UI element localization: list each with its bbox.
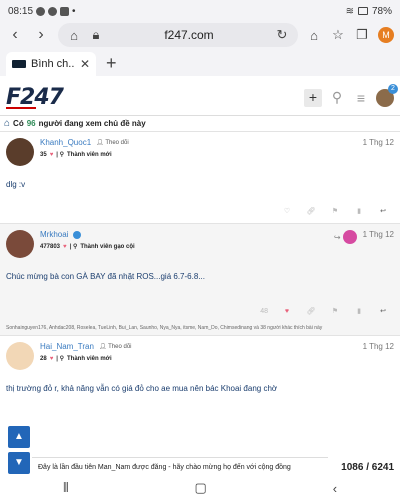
scroll-up-button[interactable]: ▲ <box>8 426 30 448</box>
address-bar[interactable]: ⌂ 🔒︎ f247.com ↻ <box>58 23 298 47</box>
battery-level: 78% <box>371 5 392 17</box>
back-button[interactable]: ‹ <box>6 26 24 44</box>
site-header: F247 + ⚲ ≡ 2 <box>0 80 400 116</box>
tab-strip: Bình ch... ✕ + <box>0 48 400 76</box>
search-icon[interactable]: ⚲ <box>328 89 346 107</box>
bookmark-star-icon[interactable]: ☆ <box>330 27 346 43</box>
link-icon[interactable]: 🔗︎ <box>306 207 316 215</box>
post: Mrkhoai 477803 ♥ | ⚲ Thành viên gạo cội … <box>0 224 400 335</box>
flag-icon[interactable]: ⚑ <box>330 307 340 315</box>
signal-icon <box>357 7 368 15</box>
post-date[interactable]: 1 Thg 12 <box>363 230 394 239</box>
clock: 08:15 <box>8 5 34 17</box>
wifi-icon: ≋ <box>345 5 354 17</box>
user-rank: Thành viên gạo cội <box>80 243 135 250</box>
dot-icon: • <box>72 5 76 17</box>
browser-toolbar: ‹ › ⌂ 🔒︎ f247.com ↻ ⌂ ☆ ❐ M <box>0 22 400 48</box>
tab-title: Bình ch... <box>31 58 75 70</box>
rank-icon: | ⚲ <box>56 356 64 362</box>
logo-underline <box>6 107 36 109</box>
bookmark-icon[interactable]: ▮ <box>354 207 364 215</box>
lock-icon: 🔒︎ <box>92 27 100 42</box>
likes-list[interactable]: Sonhainguyen176, Anhdac208, Roselea, Tue… <box>6 323 394 335</box>
home-icon[interactable]: ⌂ <box>66 27 82 43</box>
notification-badge: 2 <box>388 83 398 94</box>
flag-icon[interactable]: ⚑ <box>330 207 340 215</box>
online-count: 96 <box>26 119 36 128</box>
notification-icon <box>48 6 58 16</box>
post: Hai_Nam_Tran 👤︎ Theo dõi 28 ♥ | ⚲ Thành … <box>0 336 400 393</box>
author-name[interactable]: Mrkhoai <box>40 230 68 239</box>
user-score: 35 <box>40 151 47 158</box>
heart-icon: ♥ <box>49 355 54 362</box>
online-suffix: người đang xem chủ đề này <box>38 119 146 128</box>
post-actions: ♡ 🔗︎ ⚑ ▮ ↩ <box>6 189 394 223</box>
rank-icon: | ⚲ <box>69 244 78 250</box>
tab-active[interactable]: Bình ch... ✕ <box>6 52 96 76</box>
site-logo[interactable]: F247 <box>6 85 64 110</box>
home-icon[interactable]: ⌂ <box>4 118 10 129</box>
back-nav-icon[interactable]: ‹ <box>333 481 337 496</box>
user-avatar[interactable]: 2 <box>376 83 398 107</box>
avatar[interactable] <box>6 138 34 166</box>
online-prefix: Có <box>13 119 24 128</box>
welcome-banner: Đây là lần đầu tiên Man_Nam được đăng - … <box>32 457 328 477</box>
chevron-down-icon: ▼ <box>14 457 24 468</box>
post-actions: 48 ♥ 🔗︎ ⚑ ▮ ↩ <box>6 281 394 323</box>
post-date[interactable]: 1 Thg 12 <box>363 342 394 351</box>
tabs-icon[interactable]: ❐ <box>354 27 370 43</box>
user-rank: Thành viên mới <box>67 151 112 158</box>
post-body: Chúc mừng bà con GÀ BAY đã nhặt ROS...gi… <box>6 272 205 281</box>
rank-icon: | ⚲ <box>56 152 64 158</box>
reply-icon[interactable]: ↩ <box>378 207 388 215</box>
post-body: thị trường đỏ r, khả năng vẫn có giá đỏ … <box>6 384 278 393</box>
heart-icon[interactable]: ♥ <box>282 308 292 315</box>
heart-icon[interactable]: ♡ <box>282 207 292 215</box>
user-score: 477803 <box>40 243 61 250</box>
bookmark-icon[interactable]: ▮ <box>354 307 364 315</box>
follow-button[interactable]: 👤︎ Theo dõi <box>99 343 132 350</box>
profile-icon[interactable]: M <box>378 27 394 43</box>
menu-icon[interactable]: ≡ <box>352 89 370 107</box>
reply-icon[interactable]: ↩ <box>378 307 388 315</box>
new-topic-button[interactable]: + <box>304 88 322 107</box>
home-button-icon[interactable]: ⌂ <box>306 27 322 43</box>
scroll-down-button[interactable]: ▼ <box>8 452 30 474</box>
user-rank: Thành viên mới <box>67 355 112 362</box>
post: Khanh_Quoc1 👤︎ Theo dõi 35 ♥ | ⚲ Thành v… <box>0 132 400 223</box>
reload-icon[interactable]: ↻ <box>274 27 290 43</box>
verified-icon <box>73 230 82 239</box>
follow-button[interactable]: 👤︎ Theo dõi <box>96 139 129 146</box>
reply-to[interactable]: ↪ <box>334 230 357 244</box>
home-nav-icon[interactable]: ▢ <box>195 480 207 496</box>
avatar[interactable] <box>6 342 34 370</box>
avatar[interactable] <box>6 230 34 258</box>
chevron-up-icon: ▲ <box>14 431 24 442</box>
user-score: 28 <box>40 355 47 362</box>
reply-arrow-icon: ↪ <box>333 232 341 242</box>
reply-to-avatar <box>342 230 357 244</box>
status-bar: 08:15 • ≋ 78% <box>0 0 400 22</box>
post-body: dlg :v <box>6 180 26 189</box>
close-icon[interactable]: ✕ <box>80 57 90 71</box>
post-progress[interactable]: 1086 / 6241 <box>341 457 394 477</box>
heart-icon: ♥ <box>63 243 67 250</box>
online-users-bar: ⌂ Có 96 người đang xem chủ đề này <box>0 116 400 132</box>
author-name[interactable]: Khanh_Quoc1 <box>40 138 91 147</box>
notification-icon <box>60 6 70 16</box>
author-name[interactable]: Hai_Nam_Tran <box>40 342 94 351</box>
new-tab-button[interactable]: + <box>102 52 121 76</box>
recent-apps-icon[interactable]: ⦀ <box>63 480 69 496</box>
heart-icon: ♥ <box>49 151 54 158</box>
post-date[interactable]: 1 Thg 12 <box>363 138 394 147</box>
system-nav-bar: ⦀ ▢ ‹ <box>0 476 400 500</box>
favicon-icon <box>12 60 26 68</box>
url-text[interactable]: f247.com <box>110 28 268 42</box>
like-count[interactable]: 48 <box>260 308 268 315</box>
link-icon[interactable]: 🔗︎ <box>306 307 316 315</box>
forward-button[interactable]: › <box>32 26 50 44</box>
notification-icon <box>36 6 46 16</box>
